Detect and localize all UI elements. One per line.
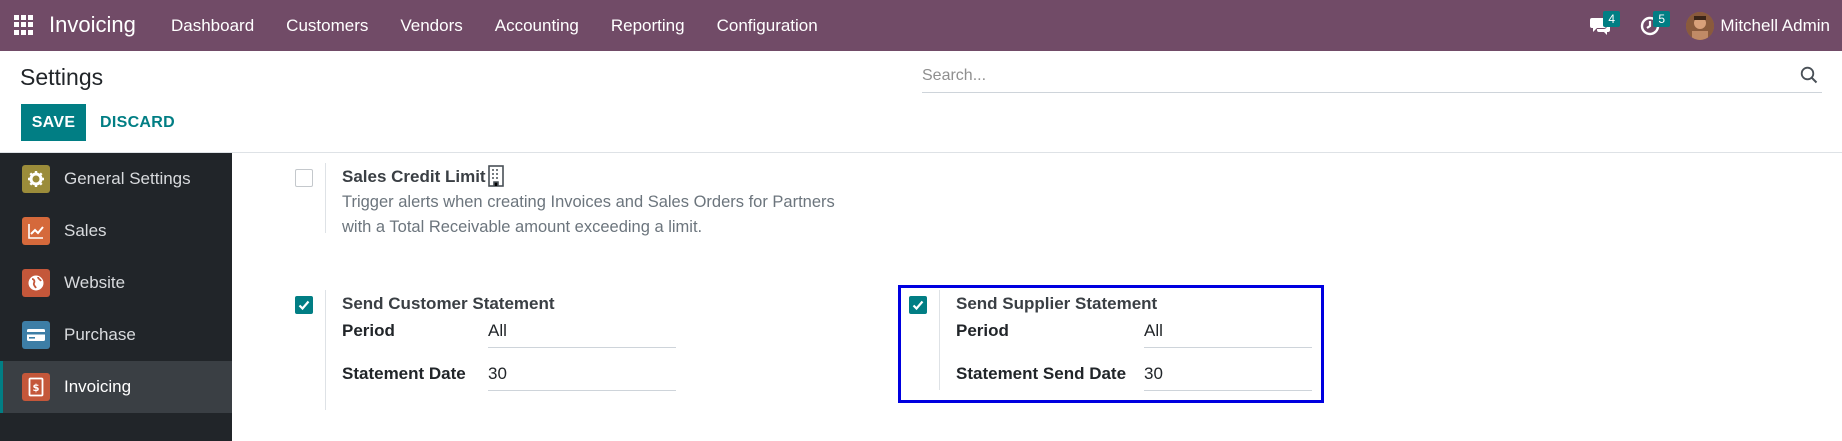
highlight-box bbox=[898, 285, 1324, 403]
save-button[interactable]: SAVE bbox=[21, 104, 86, 141]
messages-count-badge: 4 bbox=[1603, 11, 1621, 27]
sidebar-item-label: Website bbox=[64, 273, 126, 292]
settings-sidebar: General Settings Sales Website Purchase … bbox=[0, 153, 232, 441]
control-panel: Settings SAVE DISCARD bbox=[0, 51, 1842, 153]
company-building-icon bbox=[488, 165, 504, 187]
chart-icon bbox=[22, 217, 50, 245]
credit-limit-description: Trigger alerts when creating Invoices an… bbox=[342, 193, 835, 236]
divider bbox=[325, 290, 326, 410]
menu-item-reporting[interactable]: Reporting bbox=[595, 0, 701, 51]
activities-count-badge: 5 bbox=[1653, 11, 1671, 27]
customer-period-field[interactable]: All bbox=[488, 321, 676, 348]
svg-text:$: $ bbox=[33, 383, 40, 394]
sidebar-item-label: Invoicing bbox=[64, 377, 132, 396]
avatar[interactable] bbox=[1686, 11, 1715, 40]
sidebar-item-label: Sales bbox=[64, 221, 107, 240]
sidebar-item-website[interactable]: Website bbox=[0, 257, 232, 309]
apps-menu-icon[interactable] bbox=[14, 15, 34, 35]
sidebar-item-label: Purchase bbox=[64, 325, 136, 344]
app-name[interactable]: Invoicing bbox=[49, 12, 136, 38]
top-navbar: Invoicing Dashboard Customers Vendors Ac… bbox=[0, 0, 1842, 51]
menu-item-dashboard[interactable]: Dashboard bbox=[155, 0, 270, 51]
sidebar-item-invoicing[interactable]: $ Invoicing bbox=[0, 361, 232, 413]
divider bbox=[325, 163, 326, 233]
activities-button[interactable]: 5 bbox=[1630, 0, 1671, 51]
credit-limit-checkbox[interactable] bbox=[295, 169, 313, 187]
menu-item-accounting[interactable]: Accounting bbox=[479, 0, 595, 51]
main-menu: Dashboard Customers Vendors Accounting R… bbox=[155, 0, 834, 51]
menu-item-configuration[interactable]: Configuration bbox=[701, 0, 834, 51]
customer-statement-date-label: Statement Date bbox=[342, 364, 466, 383]
globe-icon bbox=[22, 269, 50, 297]
credit-limit-title: Sales Credit Limit bbox=[342, 167, 486, 186]
sidebar-item-label: General Settings bbox=[64, 169, 191, 188]
invoice-icon: $ bbox=[22, 373, 50, 401]
search-bar bbox=[922, 61, 1822, 93]
search-icon[interactable] bbox=[1800, 66, 1818, 84]
page-title: Settings bbox=[20, 64, 104, 90]
customer-period-label: Period bbox=[342, 321, 395, 340]
navbar-systray: 4 5 Mitchell Admin bbox=[1580, 0, 1842, 51]
sidebar-item-sales[interactable]: Sales bbox=[0, 205, 232, 257]
card-icon bbox=[22, 321, 50, 349]
user-name[interactable]: Mitchell Admin bbox=[1720, 16, 1830, 36]
discard-button[interactable]: DISCARD bbox=[92, 104, 183, 141]
customer-statement-checkbox[interactable] bbox=[295, 296, 313, 314]
gear-icon bbox=[22, 165, 50, 193]
menu-item-vendors[interactable]: Vendors bbox=[384, 0, 478, 51]
messages-button[interactable]: 4 bbox=[1580, 0, 1621, 51]
check-icon bbox=[298, 300, 310, 311]
sidebar-item-purchase[interactable]: Purchase bbox=[0, 309, 232, 361]
sidebar-item-general-settings[interactable]: General Settings bbox=[0, 153, 232, 205]
customer-statement-title: Send Customer Statement bbox=[342, 294, 555, 313]
customer-statement-date-field[interactable]: 30 bbox=[488, 364, 676, 391]
search-input[interactable] bbox=[922, 61, 1782, 91]
menu-item-customers[interactable]: Customers bbox=[270, 0, 384, 51]
